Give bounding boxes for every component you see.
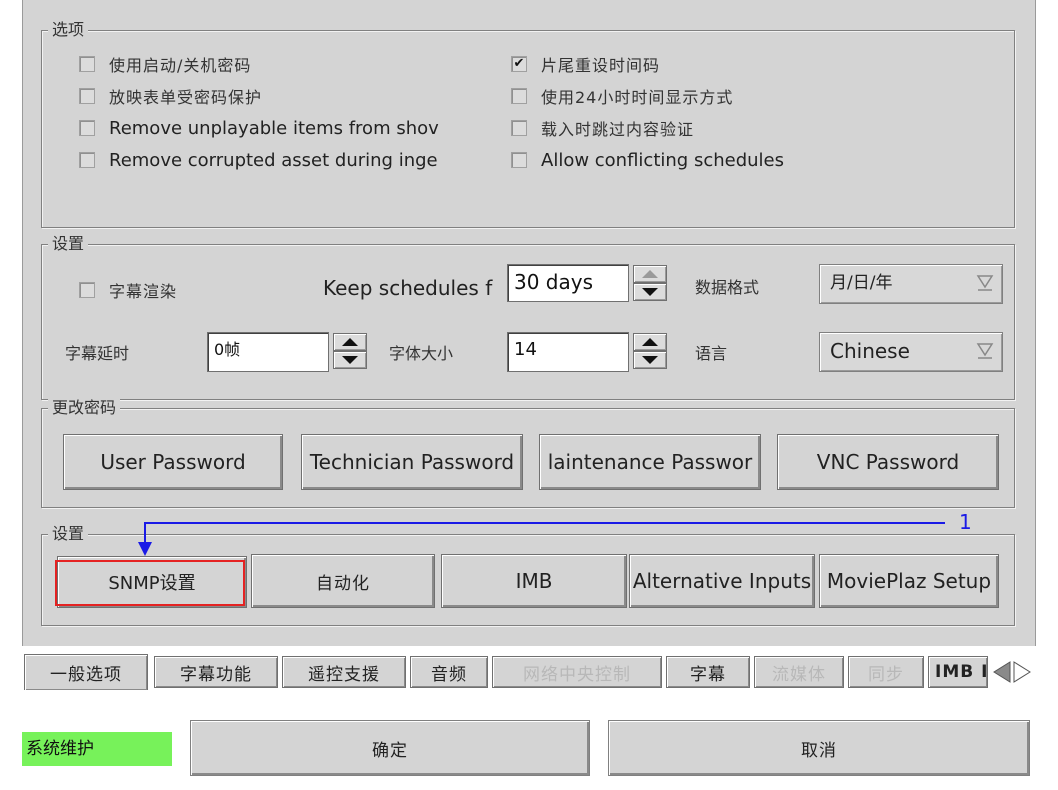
keep-schedules-stepper[interactable] bbox=[633, 265, 667, 301]
technician-password-button[interactable]: Technician Password bbox=[301, 434, 523, 490]
subtitle-render-checkbox[interactable]: 字幕渲染 bbox=[79, 278, 177, 302]
tab-audio[interactable]: 音频 bbox=[410, 656, 488, 688]
ok-button[interactable]: 确定 bbox=[190, 720, 590, 776]
stepper-down-button[interactable] bbox=[633, 283, 667, 301]
stepper-down-button[interactable] bbox=[333, 351, 367, 369]
tab-network-central-control[interactable]: 网络中央控制 bbox=[492, 656, 662, 688]
tab-remote-support[interactable]: 遥控支援 bbox=[282, 656, 406, 688]
option-checkbox[interactable]: Allow conflicting schedules bbox=[511, 148, 981, 172]
keep-schedules-label: Keep schedules f bbox=[323, 276, 493, 300]
annotation-number: 1 bbox=[959, 510, 972, 534]
subtitle-delay-input[interactable]: 0帧 bbox=[207, 332, 329, 372]
option-checkbox[interactable]: 载入时跳过内容验证 bbox=[511, 116, 981, 140]
tab-imb[interactable]: IMB I bbox=[928, 656, 988, 688]
tab-subtitle-functions[interactable]: 字幕功能 bbox=[154, 656, 278, 688]
arrow-left-icon bbox=[993, 661, 1011, 683]
date-format-select[interactable]: 月/日/年 bbox=[819, 264, 1003, 304]
option-checkbox[interactable]: Remove corrupted asset during inge bbox=[79, 148, 509, 172]
option-label: Remove corrupted asset during inge bbox=[109, 149, 438, 171]
tab-bar: 一般选项 字幕功能 遥控支援 音频 网络中央控制 字幕 流媒体 同步 IMB I bbox=[22, 652, 1034, 692]
subtitle-render-label: 字幕渲染 bbox=[109, 282, 178, 301]
movieplaz-setup-button[interactable]: MoviePlaz Setup bbox=[819, 554, 999, 608]
checkbox-box[interactable] bbox=[79, 120, 95, 136]
option-checkbox[interactable]: 使用24小时时间显示方式 bbox=[511, 84, 981, 108]
change-password-title: 更改密码 bbox=[48, 398, 121, 418]
stepper-up-button[interactable] bbox=[333, 333, 367, 351]
checkbox-box[interactable] bbox=[79, 56, 95, 72]
option-label: 片尾重设时间码 bbox=[541, 56, 661, 75]
option-checkbox[interactable]: Remove unplayable items from shov bbox=[79, 116, 509, 140]
checkbox-box[interactable] bbox=[79, 282, 95, 298]
user-password-button[interactable]: User Password bbox=[63, 434, 283, 490]
arrow-right-icon bbox=[1013, 661, 1031, 683]
option-checkbox[interactable]: 放映表单受密码保护 bbox=[79, 84, 509, 108]
tab-general-options[interactable]: 一般选项 bbox=[24, 654, 148, 690]
alternative-inputs-button[interactable]: Alternative Inputs bbox=[629, 554, 815, 608]
option-checkbox[interactable]: ✔ 片尾重设时间码 bbox=[511, 52, 981, 76]
arrow-up-icon bbox=[642, 338, 658, 346]
language-select[interactable]: Chinese bbox=[819, 332, 1003, 372]
font-size-label: 字体大小 bbox=[389, 344, 454, 363]
arrow-down-icon bbox=[342, 356, 358, 364]
arrow-up-icon bbox=[342, 338, 358, 346]
option-checkbox[interactable]: 使用启动/关机密码 bbox=[79, 52, 509, 76]
subtitle-delay-label: 字幕延时 bbox=[65, 344, 130, 363]
checkbox-box[interactable] bbox=[511, 88, 527, 104]
subtitle-delay-stepper[interactable] bbox=[333, 333, 367, 369]
option-label: 放映表单受密码保护 bbox=[109, 88, 263, 107]
option-label: 使用启动/关机密码 bbox=[109, 56, 252, 75]
font-size-stepper[interactable] bbox=[633, 333, 667, 369]
option-label: Allow conflicting schedules bbox=[541, 149, 784, 171]
option-label: 载入时跳过内容验证 bbox=[541, 120, 695, 139]
tab-sync[interactable]: 同步 bbox=[848, 656, 924, 688]
cancel-button[interactable]: 取消 bbox=[608, 720, 1030, 776]
tab-streaming[interactable]: 流媒体 bbox=[754, 656, 844, 688]
option-label: 使用24小时时间显示方式 bbox=[541, 88, 734, 107]
checkbox-box[interactable] bbox=[79, 152, 95, 168]
stepper-down-button[interactable] bbox=[633, 351, 667, 369]
stepper-up-button[interactable] bbox=[633, 265, 667, 283]
arrow-up-icon bbox=[642, 270, 658, 278]
stepper-up-button[interactable] bbox=[633, 333, 667, 351]
language-label: 语言 bbox=[695, 344, 728, 363]
checkbox-box[interactable] bbox=[511, 152, 527, 168]
date-format-value: 月/日/年 bbox=[830, 273, 893, 293]
highlight-box bbox=[55, 560, 245, 606]
checkmark-icon[interactable]: ✔ bbox=[511, 56, 527, 72]
settings-panel: 选项 设置 字幕渲染 Keep schedules f 30 days 数据格式… bbox=[22, 0, 1036, 646]
dropdown-arrow-icon bbox=[976, 343, 994, 359]
tab-scroll-right-button[interactable] bbox=[1012, 658, 1034, 686]
dropdown-arrow-icon bbox=[976, 275, 994, 291]
display-settings-title: 设置 bbox=[48, 234, 89, 254]
arrow-down-icon bbox=[642, 356, 658, 364]
option-label: Remove unplayable items from shov bbox=[109, 117, 439, 139]
keep-schedules-input[interactable]: 30 days bbox=[507, 264, 629, 302]
language-value: Chinese bbox=[830, 339, 910, 363]
vnc-password-button[interactable]: VNC Password bbox=[777, 434, 999, 490]
maintenance-password-button[interactable]: laintenance Passwor bbox=[539, 434, 761, 490]
status-indicator: 系统维护 bbox=[22, 732, 172, 766]
date-format-label: 数据格式 bbox=[695, 278, 760, 297]
arrow-down-icon bbox=[642, 288, 658, 296]
advanced-settings-title: 设置 bbox=[48, 524, 89, 544]
checkbox-box[interactable] bbox=[79, 88, 95, 104]
imb-button[interactable]: IMB bbox=[441, 554, 627, 608]
automation-button[interactable]: 自动化 bbox=[251, 554, 435, 608]
tab-scroll-left-button[interactable] bbox=[990, 658, 1012, 686]
options-group-title: 选项 bbox=[48, 20, 89, 40]
tab-subtitles[interactable]: 字幕 bbox=[666, 656, 750, 688]
checkbox-box[interactable] bbox=[511, 120, 527, 136]
font-size-input[interactable]: 14 bbox=[507, 332, 629, 372]
